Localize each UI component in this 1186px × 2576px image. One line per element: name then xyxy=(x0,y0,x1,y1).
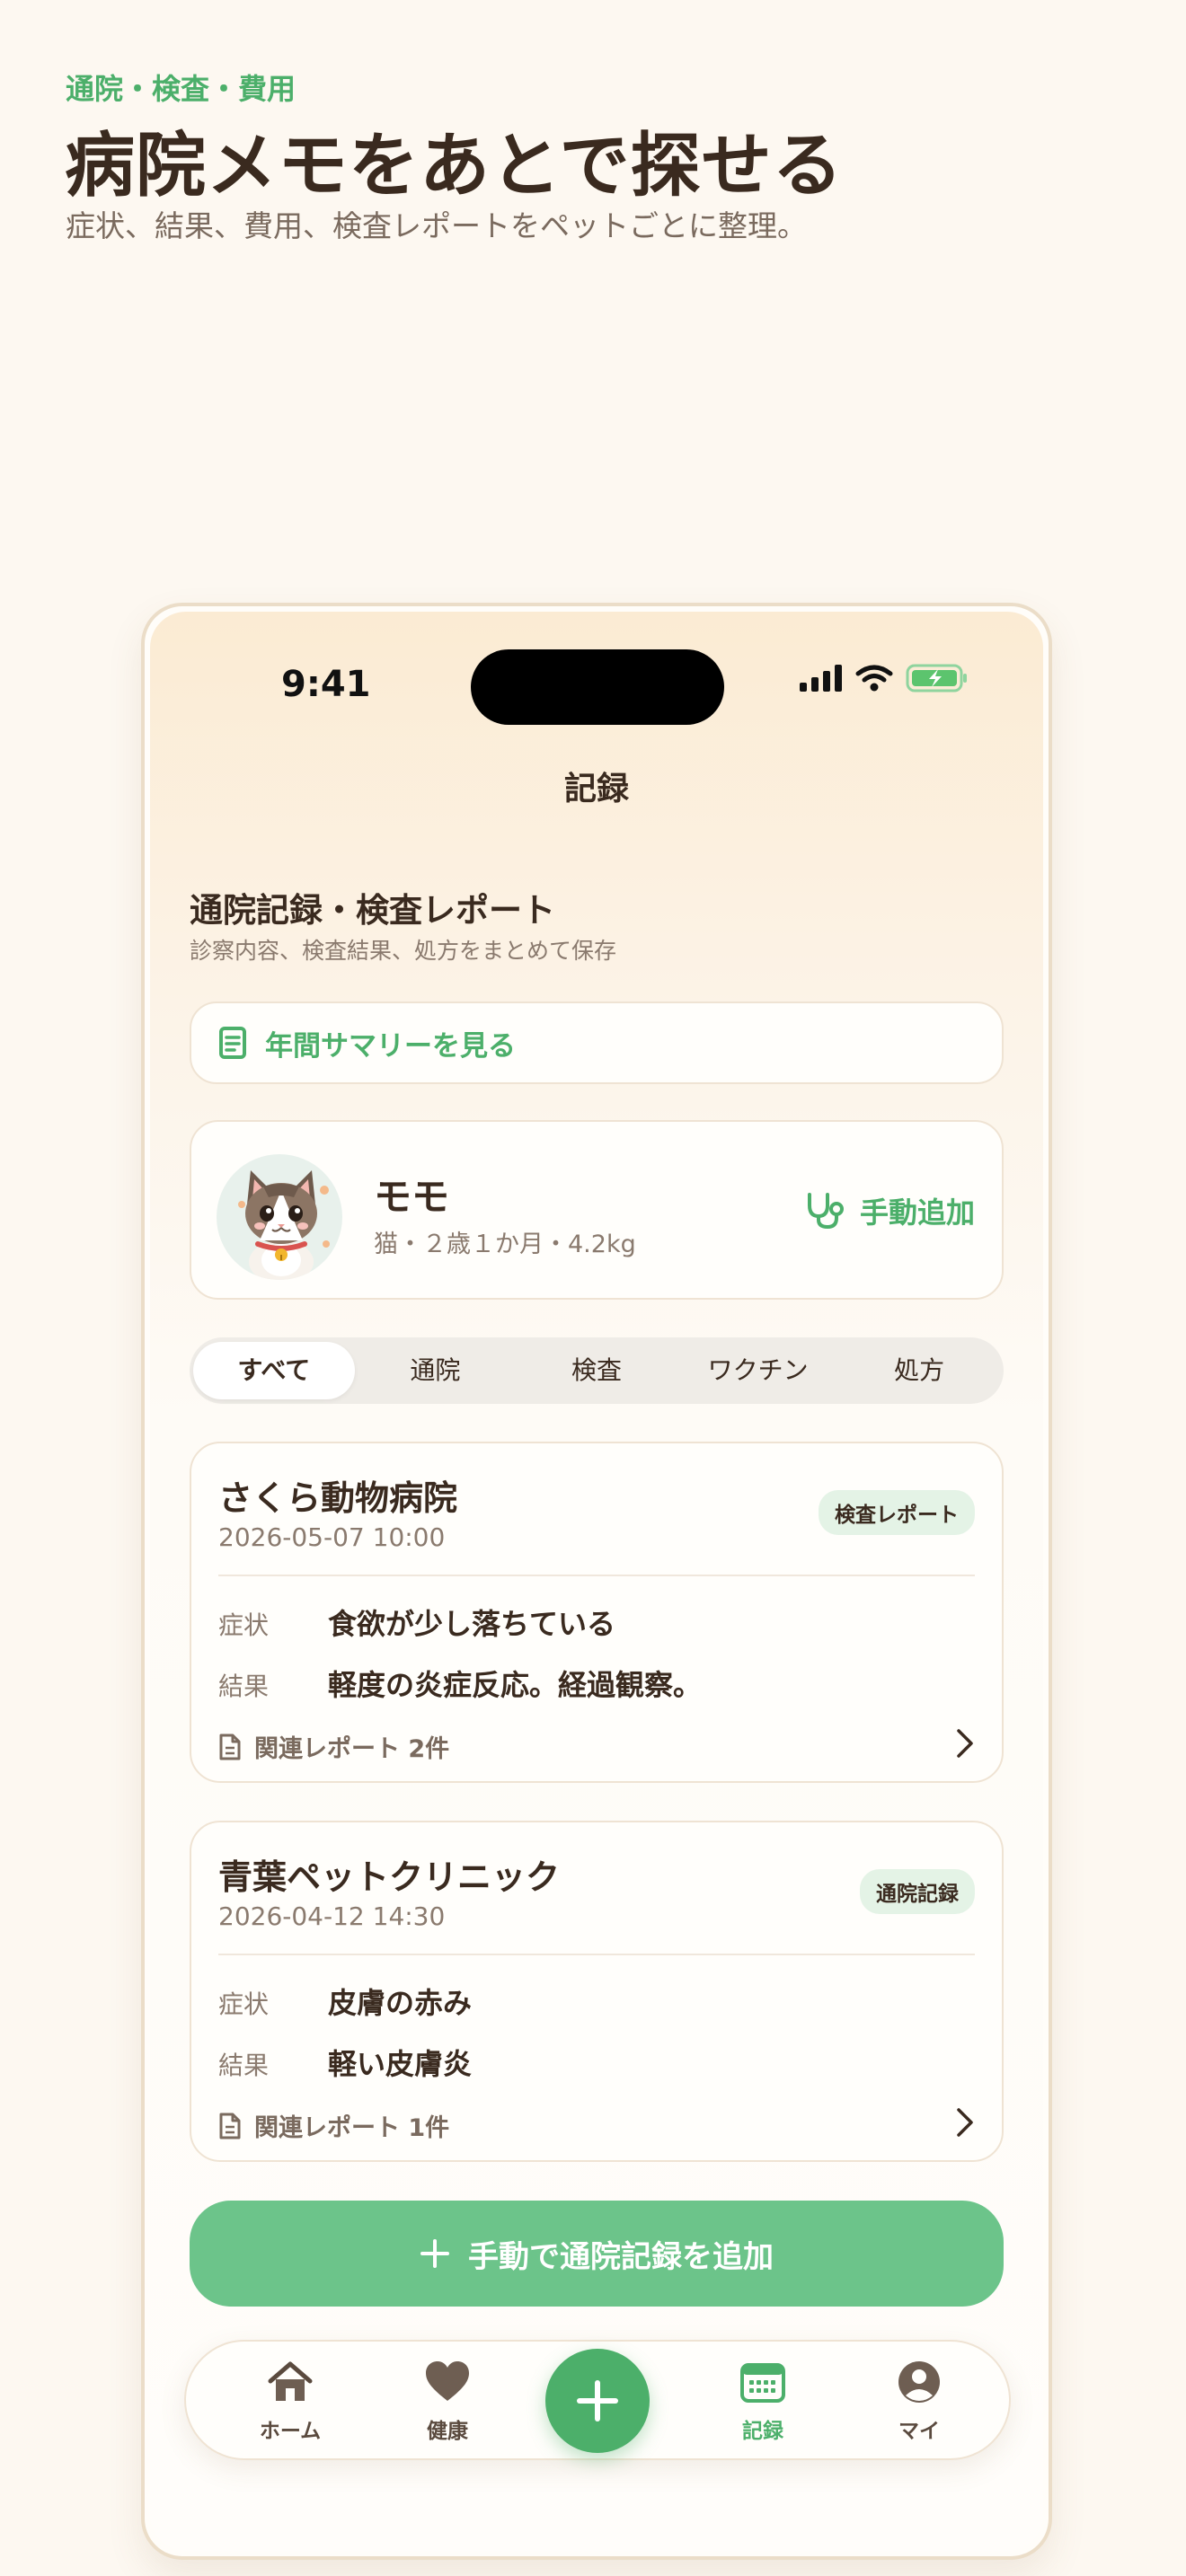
tab-prescription[interactable]: 処方 xyxy=(838,1342,1000,1399)
section-title: 通院記録・検査レポート xyxy=(190,891,555,930)
record-badge: 通院記録 xyxy=(860,1869,975,1914)
hero-eyebrow: 通院・検査・費用 xyxy=(66,72,296,106)
tab-records[interactable]: 記録 xyxy=(709,2360,817,2444)
symptom-value: 食欲が少し落ちている xyxy=(328,1607,616,1641)
record-badge: 検査レポート xyxy=(819,1490,975,1535)
related-reports: 関連レポート 1件 xyxy=(218,2108,449,2143)
record-clinic: 青葉ペットクリニック xyxy=(218,1857,561,1897)
annual-summary-button[interactable]: 年間サマリーを見る xyxy=(190,1001,1004,1084)
phone-frame: 9:41 記録 通院記録・検査レポート 診察内容、検査結果、処方をまとめて保存 … xyxy=(141,603,1052,2560)
pet-meta: 猫・２歳１か月・4.2kg xyxy=(374,1231,636,1258)
add-visit-record-label: 手動で通院記録を追加 xyxy=(468,2238,774,2275)
symptom-value: 皮膚の赤み xyxy=(328,1986,473,2020)
bottom-tab-bar: ホーム 健康 記録 マイ xyxy=(184,2340,1011,2460)
result-label: 結果 xyxy=(218,2051,270,2080)
record-card[interactable]: 青葉ペットクリニック 2026-04-12 14:30 通院記録 症状 皮膚の赤… xyxy=(190,1821,1004,2162)
add-fab-button[interactable] xyxy=(545,2349,650,2453)
dynamic-island xyxy=(471,649,724,725)
record-divider xyxy=(218,1575,975,1576)
tab-visit[interactable]: 通院 xyxy=(355,1342,517,1399)
record-date: 2026-04-12 14:30 xyxy=(218,1901,446,1931)
chevron-right-icon xyxy=(957,2108,973,2137)
stethoscope-icon xyxy=(807,1193,844,1230)
pet-name: モモ xyxy=(374,1175,450,1219)
related-reports-label: 関連レポート 1件 xyxy=(254,2114,450,2142)
record-symptom-row: 症状 皮膚の赤み xyxy=(218,1981,472,2022)
record-clinic: さくら動物病院 xyxy=(218,1478,458,1518)
profile-icon xyxy=(898,2361,940,2403)
tab-exam[interactable]: 検査 xyxy=(516,1342,677,1399)
section-subtitle: 診察内容、検査結果、処方をまとめて保存 xyxy=(190,938,617,964)
record-symptom-row: 症状 食欲が少し落ちている xyxy=(218,1601,615,1643)
chevron-right-icon xyxy=(957,1729,973,1758)
tab-all[interactable]: すべて xyxy=(193,1342,355,1399)
file-icon xyxy=(219,2113,241,2139)
file-icon xyxy=(219,1734,241,1760)
symptom-label: 症状 xyxy=(218,1989,270,2019)
tab-records-label: 記録 xyxy=(742,2420,783,2443)
battery-icon xyxy=(906,664,967,693)
nav-title: 記録 xyxy=(563,771,629,807)
record-date: 2026-05-07 10:00 xyxy=(218,1522,446,1552)
tab-home[interactable]: ホーム xyxy=(236,2360,344,2444)
symptom-label: 症状 xyxy=(218,1610,270,1640)
document-icon xyxy=(219,1027,246,1059)
filter-tabs: すべて 通院 検査 ワクチン 処方 xyxy=(190,1337,1004,1404)
tab-health[interactable]: 健康 xyxy=(394,2360,501,2444)
tab-health-label: 健康 xyxy=(427,2420,468,2443)
status-icons xyxy=(800,664,969,693)
add-visit-record-button[interactable]: 手動で通院記録を追加 xyxy=(190,2201,1004,2307)
cat-illustration xyxy=(238,1170,330,1280)
tab-my-label: マイ xyxy=(898,2420,940,2443)
plus-icon xyxy=(420,2239,449,2268)
status-time: 9:41 xyxy=(281,664,371,705)
tab-my[interactable]: マイ xyxy=(865,2360,973,2444)
result-value: 軽度の炎症反応。経過観察。 xyxy=(328,1668,703,1702)
result-value: 軽い皮膚炎 xyxy=(328,2047,473,2081)
plus-icon xyxy=(577,2380,618,2422)
manual-add-label: 手動追加 xyxy=(859,1195,975,1230)
manual-add-button[interactable]: 手動追加 xyxy=(804,1190,975,1231)
result-label: 結果 xyxy=(218,1672,270,1701)
home-icon xyxy=(268,2361,313,2401)
pet-card[interactable]: モモ 猫・２歳１か月・4.2kg 手動追加 xyxy=(190,1120,1004,1300)
record-result-row: 結果 軽い皮膚炎 xyxy=(218,2042,472,2083)
record-result-row: 結果 軽度の炎症反応。経過観察。 xyxy=(218,1663,702,1704)
tab-vaccine[interactable]: ワクチン xyxy=(677,1342,839,1399)
heart-icon xyxy=(426,2361,469,2401)
calendar-icon xyxy=(740,2363,785,2403)
pet-avatar xyxy=(217,1154,342,1280)
hero-title: 病院メモをあとで探せる xyxy=(65,126,844,207)
signal-icon xyxy=(800,665,842,692)
phone-screen: 9:41 記録 通院記録・検査レポート 診察内容、検査結果、処方をまとめて保存 … xyxy=(150,612,1043,2551)
record-card[interactable]: さくら動物病院 2026-05-07 10:00 検査レポート 症状 食欲が少し… xyxy=(190,1442,1004,1783)
annual-summary-label: 年間サマリーを見る xyxy=(265,1029,516,1063)
related-reports: 関連レポート 2件 xyxy=(218,1729,449,1764)
record-divider xyxy=(218,1954,975,1955)
tab-home-label: ホーム xyxy=(259,2420,322,2443)
hero-subtitle: 症状、結果、費用、検査レポートをペットごとに整理。 xyxy=(66,208,807,243)
related-reports-label: 関連レポート 2件 xyxy=(254,1735,450,1763)
wifi-icon xyxy=(855,665,893,692)
